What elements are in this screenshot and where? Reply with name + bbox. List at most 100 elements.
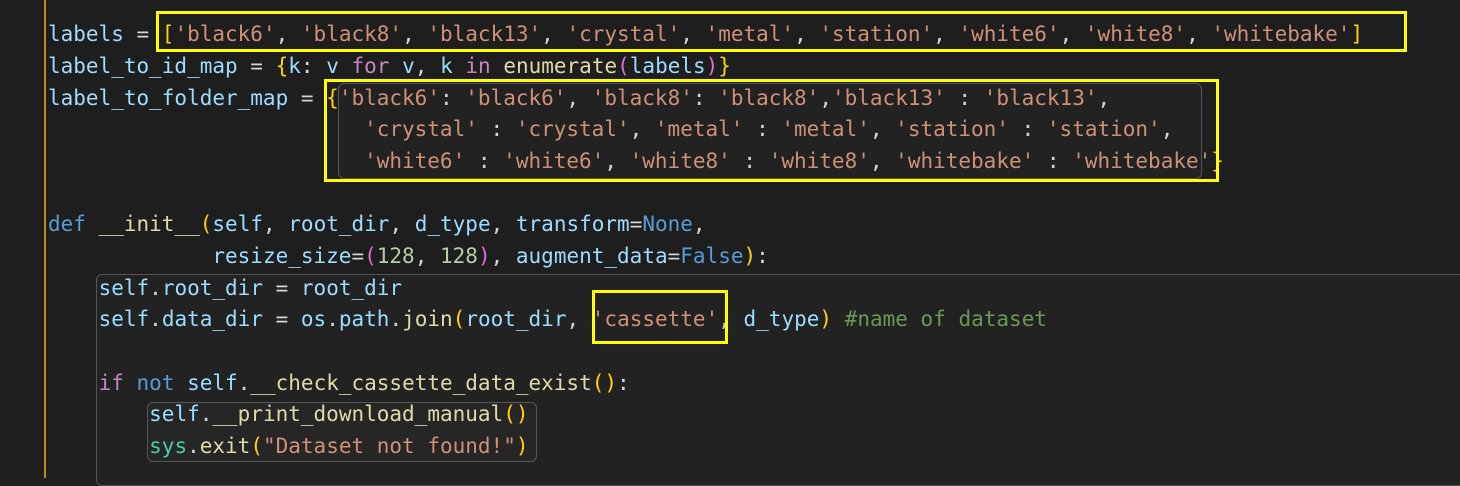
code-token: . bbox=[326, 307, 339, 331]
code-token: self bbox=[98, 276, 150, 300]
code-token: join bbox=[402, 307, 453, 331]
code-token: d_type bbox=[414, 212, 491, 236]
code-token: d_type bbox=[743, 307, 820, 331]
code-line[interactable]: if not self.__check_cassette_data_exist(… bbox=[48, 367, 630, 399]
code-token: . bbox=[187, 434, 200, 458]
code-token: __print_download_manual bbox=[212, 402, 504, 426]
code-token: ( bbox=[617, 54, 630, 78]
code-token: for bbox=[351, 54, 390, 78]
code-token: } bbox=[718, 54, 731, 78]
code-token: self bbox=[187, 371, 238, 395]
code-token: ) bbox=[743, 244, 757, 268]
code-line[interactable]: self.data_dir = os.path.join(root_dir, '… bbox=[48, 303, 1047, 335]
code-token: = bbox=[629, 212, 643, 236]
code-token: . bbox=[149, 276, 162, 300]
code-token: , bbox=[692, 212, 706, 236]
code-token: = bbox=[237, 54, 276, 78]
code-token: . bbox=[237, 371, 251, 395]
code-token: : bbox=[617, 371, 630, 395]
code-token: ) bbox=[705, 54, 719, 78]
highlight-folder-map bbox=[324, 79, 1219, 182]
code-token: , bbox=[414, 54, 441, 78]
code-token: __check_cassette_data_exist bbox=[250, 371, 592, 395]
code-token: , bbox=[389, 212, 415, 236]
code-token: label_to_folder_map bbox=[48, 86, 289, 110]
code-token: self bbox=[98, 307, 150, 331]
code-line[interactable]: label_to_id_map = {k: v for v, k in enum… bbox=[48, 50, 731, 82]
code-token: ( bbox=[250, 434, 263, 458]
code-token: root_dir bbox=[300, 276, 403, 300]
code-token: root_dir bbox=[465, 307, 567, 331]
code-token: = bbox=[351, 244, 365, 268]
code-token: self bbox=[149, 402, 200, 426]
code-token: , bbox=[490, 244, 516, 268]
code-token: sys bbox=[149, 434, 188, 458]
code-token: ) bbox=[819, 307, 833, 331]
code-token: root_dir bbox=[161, 276, 263, 300]
code-token: #name of dataset bbox=[844, 307, 1047, 331]
code-token: transform bbox=[515, 212, 630, 236]
highlight-labels-list bbox=[156, 11, 1407, 52]
code-token: self bbox=[212, 212, 263, 236]
code-token: if bbox=[98, 371, 124, 395]
code-token: v bbox=[326, 54, 339, 78]
code-token: labels bbox=[48, 22, 124, 46]
code-token: 128 bbox=[440, 244, 478, 268]
code-token: ( bbox=[364, 244, 377, 268]
code-token: exit bbox=[199, 434, 251, 458]
code-line[interactable]: sys.exit("Dataset not found!") bbox=[48, 430, 529, 462]
code-token: : bbox=[756, 244, 769, 268]
code-token: k bbox=[440, 54, 453, 78]
code-token: not bbox=[136, 371, 175, 395]
code-token: in bbox=[465, 54, 491, 78]
code-token: os bbox=[300, 307, 327, 331]
code-token: v bbox=[402, 54, 415, 78]
code-token: = bbox=[262, 307, 301, 331]
code-token: = bbox=[288, 86, 327, 110]
code-line[interactable]: def __init__(self, root_dir, d_type, tra… bbox=[48, 208, 706, 240]
code-token: . bbox=[149, 307, 162, 331]
code-token: resize_size bbox=[212, 244, 352, 268]
code-token: : bbox=[300, 54, 327, 78]
code-token: root_dir bbox=[288, 212, 390, 236]
code-token: label_to_id_map bbox=[48, 54, 238, 78]
code-editor[interactable]: labels = ['black6', 'black8', 'black13',… bbox=[0, 0, 1460, 486]
code-token: . bbox=[389, 307, 403, 331]
code-token: 128 bbox=[376, 244, 415, 268]
code-token: ( bbox=[452, 307, 466, 331]
code-token: = bbox=[667, 244, 681, 268]
code-token: path bbox=[338, 307, 390, 331]
code-token: () bbox=[503, 402, 529, 426]
code-token: None bbox=[642, 212, 693, 236]
code-token: ) bbox=[477, 244, 491, 268]
code-token: () bbox=[591, 371, 618, 395]
code-token: k bbox=[288, 54, 301, 78]
code-token: = bbox=[262, 276, 301, 300]
code-line[interactable]: self.__print_download_manual() bbox=[48, 398, 528, 430]
code-line[interactable]: resize_size=(128, 128), augment_data=Fal… bbox=[48, 240, 769, 272]
code-token: . bbox=[199, 402, 213, 426]
code-token: , bbox=[414, 244, 440, 268]
code-token: ) bbox=[515, 434, 529, 458]
code-token: , bbox=[262, 212, 289, 236]
highlight-cassette-string bbox=[592, 290, 728, 344]
code-token: , bbox=[490, 212, 516, 236]
code-line[interactable]: self.root_dir = root_dir bbox=[48, 272, 402, 304]
code-token: __init__ bbox=[98, 212, 200, 236]
code-token: data_dir bbox=[161, 307, 263, 331]
code-token: enumerate bbox=[503, 54, 618, 78]
